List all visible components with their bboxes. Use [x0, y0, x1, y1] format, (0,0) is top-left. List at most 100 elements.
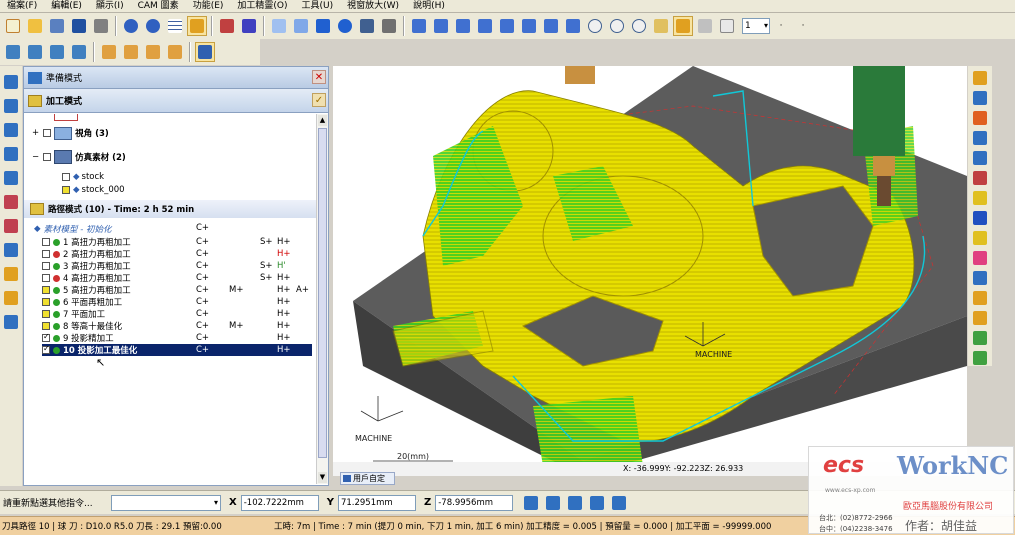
cam-gouge-icon[interactable]: [1, 216, 21, 236]
menu-edit[interactable]: 編輯(E): [44, 0, 89, 13]
operation-row[interactable]: 4 高扭力再粗加工: [42, 272, 131, 284]
cam-verify-icon[interactable]: [1, 192, 21, 212]
operation-checkbox[interactable]: [42, 274, 50, 282]
tool-library-icon[interactable]: [970, 269, 990, 286]
pointer-icon[interactable]: [717, 16, 737, 36]
shaded-cube-icon[interactable]: [313, 16, 333, 36]
cube-yellow-icon[interactable]: [970, 230, 990, 247]
tree-item-views[interactable]: + 視角 (3): [32, 126, 109, 140]
user-defined-tab[interactable]: 用戶自定: [340, 472, 395, 485]
undo-icon[interactable]: [121, 16, 141, 36]
cam-report-icon[interactable]: [1, 240, 21, 260]
edit-icon[interactable]: [970, 309, 990, 326]
view-top-icon[interactable]: [431, 16, 451, 36]
pick-axis-icon[interactable]: [609, 493, 629, 513]
operation-checkbox[interactable]: [42, 250, 50, 258]
operation-row[interactable]: 10 投影加工最佳化: [42, 344, 312, 356]
operation-row[interactable]: 6 平面再粗加工: [42, 296, 122, 308]
y-coordinate-input[interactable]: 71.2951mm: [337, 494, 416, 511]
panel-toggle-icon[interactable]: [195, 42, 215, 62]
tree-scrollbar[interactable]: ▲ ▼: [316, 114, 328, 484]
operation-row[interactable]: 1 高扭力再粗加工: [42, 236, 131, 248]
operation-checkbox[interactable]: [42, 310, 50, 318]
tree-item-stock-b[interactable]: ◆ stock_000: [62, 184, 125, 196]
zoom-window-icon[interactable]: [585, 16, 605, 36]
pan-icon[interactable]: [651, 16, 671, 36]
menu-wizard[interactable]: 加工精靈(O): [230, 0, 294, 13]
tree-item-material[interactable]: ◆ 素材模型 - 初始化: [34, 223, 112, 235]
view-back-icon[interactable]: [519, 16, 539, 36]
checkbox[interactable]: [62, 173, 70, 181]
measure-tool-icon[interactable]: [69, 42, 89, 62]
ruler-icon[interactable]: [970, 329, 990, 346]
boolean-icon[interactable]: [970, 130, 990, 147]
layer-combo[interactable]: 1: [742, 18, 770, 34]
operation-row[interactable]: 2 高扭力再粗加工: [42, 248, 131, 260]
wireframe-cube-icon[interactable]: [269, 16, 289, 36]
operation-row[interactable]: 7 平面加工: [42, 308, 105, 320]
new-file-icon[interactable]: [3, 16, 23, 36]
draft-icon[interactable]: [970, 190, 990, 207]
cam-post-icon[interactable]: [1, 264, 21, 284]
view-bottom-icon[interactable]: [541, 16, 561, 36]
shaded-sphere-icon[interactable]: [335, 16, 355, 36]
dimension-icon[interactable]: [970, 349, 990, 366]
snap-icon[interactable]: [521, 493, 541, 513]
axis-icon[interactable]: [217, 16, 237, 36]
surface-tool-icon[interactable]: [47, 42, 67, 62]
layers-icon[interactable]: [47, 16, 67, 36]
checkbox[interactable]: [43, 129, 52, 137]
3d-viewport[interactable]: MACHINE MACHINE 20(mm) X: -36.999Y: -92.…: [333, 66, 967, 476]
color-tool-icon[interactable]: [970, 110, 990, 127]
menu-function[interactable]: 功能(E): [186, 0, 231, 13]
check-icon[interactable]: ✓: [312, 93, 326, 107]
cube-pink-icon[interactable]: [970, 249, 990, 266]
grid-icon[interactable]: [165, 16, 185, 36]
open-folder-icon[interactable]: [25, 16, 45, 36]
checkbox[interactable]: [62, 186, 70, 194]
zoom-in-icon[interactable]: [607, 16, 627, 36]
scroll-thumb[interactable]: [318, 128, 327, 458]
hidden-line-cube-icon[interactable]: [291, 16, 311, 36]
rotate-icon[interactable]: [673, 16, 693, 36]
tree-item-stock-a[interactable]: ◆ stock: [62, 171, 104, 183]
print-icon[interactable]: [91, 16, 111, 36]
view-iso-icon[interactable]: [409, 16, 429, 36]
checkbox[interactable]: [43, 153, 52, 161]
minus-icon[interactable]: ·: [793, 16, 813, 36]
operation-checkbox[interactable]: [42, 238, 50, 246]
menu-display[interactable]: 顯示(I): [89, 0, 131, 13]
pipe-icon[interactable]: [970, 289, 990, 306]
operation-row[interactable]: 5 高扭力再粗加工: [42, 284, 131, 296]
redo-icon[interactable]: [143, 16, 163, 36]
scroll-down-icon[interactable]: ▼: [318, 472, 327, 483]
cam-stock-icon[interactable]: [1, 168, 21, 188]
operation-row[interactable]: 9 投影精加工: [42, 332, 114, 344]
operation-checkbox[interactable]: [42, 298, 50, 306]
save-icon[interactable]: [69, 16, 89, 36]
operation-checkbox[interactable]: [42, 286, 50, 294]
trim-tool-icon[interactable]: [121, 42, 141, 62]
cam-tool-icon[interactable]: [1, 96, 21, 116]
menu-help[interactable]: 說明(H): [406, 0, 452, 13]
frame-icon[interactable]: [187, 16, 207, 36]
operation-row[interactable]: 3 高扭力再粗加工: [42, 260, 131, 272]
zoom-out-icon[interactable]: [629, 16, 649, 36]
fit-icon[interactable]: [695, 16, 715, 36]
surface-edit-icon[interactable]: [970, 90, 990, 107]
shell-icon[interactable]: [970, 170, 990, 187]
camera-icon[interactable]: [379, 16, 399, 36]
x-coordinate-input[interactable]: -102.7222mm: [240, 494, 319, 511]
fillet-icon[interactable]: [970, 150, 990, 167]
close-icon[interactable]: ✕: [312, 70, 326, 84]
select-tool-icon[interactable]: [99, 42, 119, 62]
path-mode-header[interactable]: 路徑模式 (10) - Time: 2 h 52 min: [24, 200, 316, 218]
pick-point-icon[interactable]: [543, 493, 563, 513]
cam-prepare-icon[interactable]: [1, 72, 21, 92]
pick-face-icon[interactable]: [587, 493, 607, 513]
menu-file[interactable]: 檔案(F): [0, 0, 44, 13]
scroll-up-icon[interactable]: ▲: [318, 115, 327, 126]
offset-tool-icon[interactable]: [143, 42, 163, 62]
menu-cam[interactable]: CAM 圖素: [131, 0, 186, 13]
view-custom-icon[interactable]: [563, 16, 583, 36]
